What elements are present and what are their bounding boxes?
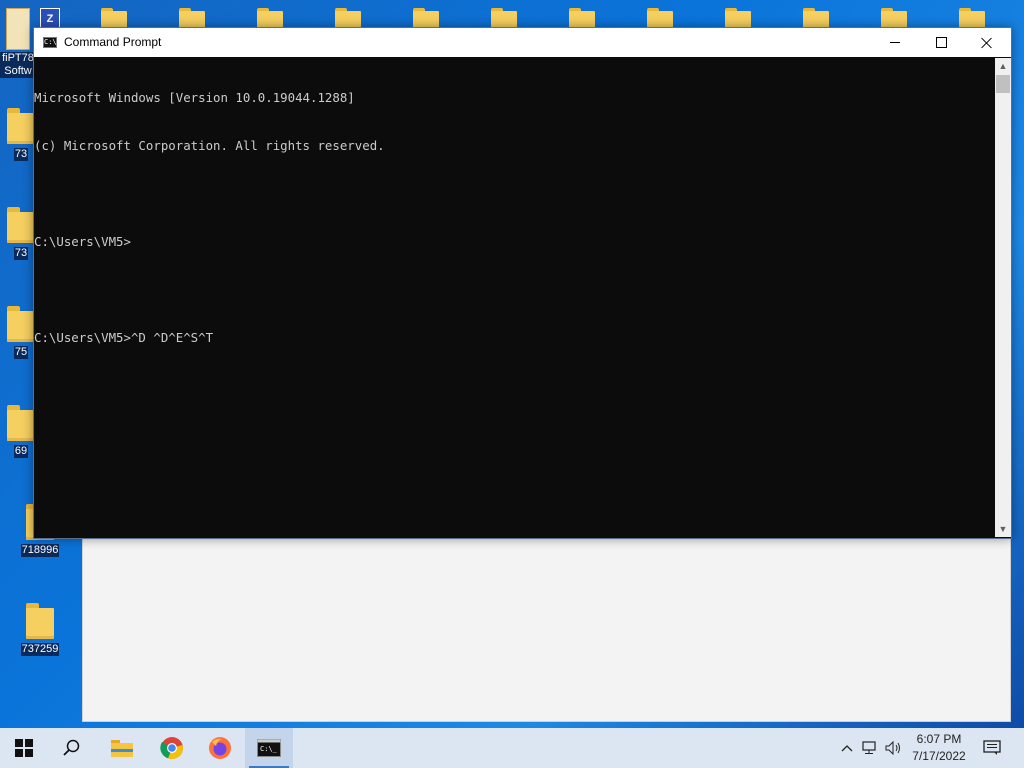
taskbar-command-prompt[interactable]: C:\_ <box>245 728 293 768</box>
desktop-icon-label: 69 <box>13 445 29 458</box>
command-prompt-window[interactable]: C:\ Command Prompt Microsoft Windows [Ve… <box>33 27 1012 539</box>
folder-icon <box>7 108 35 144</box>
folder-icon <box>26 603 54 639</box>
volume-icon[interactable] <box>884 738 904 758</box>
system-clock[interactable]: 6:07 PM 7/17/2022 <box>904 731 974 765</box>
windows-start-icon <box>15 739 33 757</box>
firefox-icon <box>209 737 231 759</box>
command-prompt-icon: C:\ <box>43 37 57 48</box>
taskbar-firefox[interactable] <box>196 728 244 768</box>
notification-icon[interactable] <box>981 738 1003 758</box>
clock-date: 7/17/2022 <box>912 749 966 763</box>
desktop-icon-label: 73 <box>13 247 29 260</box>
desktop-folder-69[interactable]: 69 <box>6 405 36 459</box>
start-button[interactable] <box>0 728 48 768</box>
scroll-up-icon[interactable]: ▲ <box>995 58 1011 74</box>
scroll-down-icon[interactable]: ▼ <box>995 521 1011 537</box>
search-icon <box>63 739 80 756</box>
console-line: C:\Users\VM5>^D ^D^E^S^T <box>34 330 214 345</box>
desktop-folder-73a[interactable]: 73 <box>6 108 36 162</box>
folder-icon <box>7 405 35 441</box>
desktop-icon-label: 75 <box>13 346 29 359</box>
console-output[interactable]: Microsoft Windows [Version 10.0.19044.12… <box>34 58 995 537</box>
console-line: Microsoft Windows [Version 10.0.19044.12… <box>34 90 355 105</box>
close-icon <box>981 37 993 49</box>
chevron-up-icon[interactable] <box>838 738 856 758</box>
taskbar-file-explorer[interactable] <box>98 728 146 768</box>
search-button[interactable] <box>48 728 96 768</box>
desktop-icon-label: fiPT78 Softw <box>0 52 36 78</box>
maximize-button[interactable] <box>918 28 964 57</box>
document-icon <box>6 8 30 50</box>
vertical-scrollbar[interactable]: ▲ ▼ <box>995 58 1011 537</box>
desktop-shortcut-softw[interactable]: fiPT78 Softw <box>0 8 36 79</box>
window-title: Command Prompt <box>64 35 162 49</box>
title-bar[interactable]: C:\ Command Prompt <box>34 28 1011 57</box>
taskbar: C:\_ 6:07 PM 7/17/2022 <box>0 728 1024 768</box>
command-prompt-icon: C:\_ <box>257 739 281 757</box>
maximize-icon <box>935 37 947 48</box>
close-button[interactable] <box>964 28 1010 57</box>
console-line: C:\Users\VM5> <box>34 234 131 249</box>
scroll-thumb[interactable] <box>996 75 1010 93</box>
svg-text:C:\_: C:\_ <box>260 745 278 753</box>
folder-icon <box>7 207 35 243</box>
minimize-button[interactable] <box>872 28 918 57</box>
desktop-icon-label: 718996 <box>20 544 60 557</box>
desktop-icon-label: 737259 <box>20 643 60 656</box>
desktop-folder-75[interactable]: 75 <box>6 306 36 360</box>
desktop-folder-73b[interactable]: 73 <box>6 207 36 261</box>
file-explorer-icon <box>111 740 133 757</box>
minimize-icon <box>890 42 900 43</box>
chrome-icon <box>160 737 183 760</box>
clock-time: 6:07 PM <box>916 732 962 746</box>
desktop-folder-737259[interactable]: 737259 <box>14 603 66 657</box>
desktop-icon-label: 73 <box>13 148 29 161</box>
desktop: Z fiPT78 Softw 73 73 75 69 718996 737259 <box>0 0 1024 728</box>
folder-icon <box>7 306 35 342</box>
console-line: (c) Microsoft Corporation. All rights re… <box>34 138 385 153</box>
network-icon[interactable] <box>861 738 881 758</box>
taskbar-chrome[interactable] <box>148 728 196 768</box>
background-window[interactable] <box>82 530 1011 722</box>
